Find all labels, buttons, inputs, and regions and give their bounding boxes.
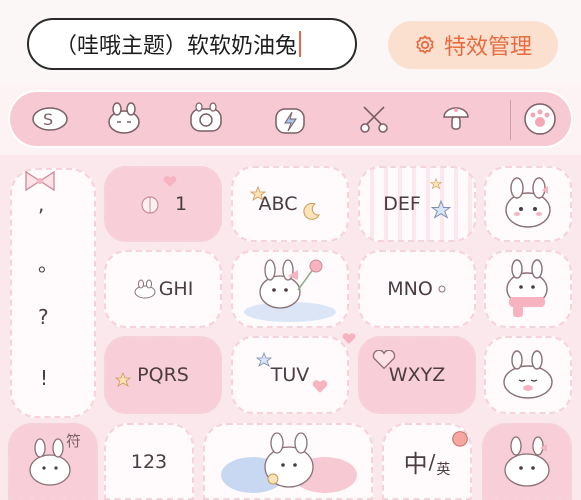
key-ghi-label: GHI bbox=[158, 278, 194, 300]
bunny-sticker bbox=[505, 177, 551, 228]
space-key[interactable] bbox=[203, 423, 373, 500]
punct-comma-key[interactable]: , bbox=[38, 192, 44, 216]
lightning-icon bbox=[275, 108, 305, 134]
lang-slash: / bbox=[428, 449, 436, 474]
bunny-face-icon bbox=[134, 279, 156, 299]
swipe-s-icon: S bbox=[32, 107, 68, 131]
key-pqrs-label: PQRS bbox=[137, 364, 189, 386]
effects-manage-button[interactable]: 特效管理 bbox=[388, 21, 558, 69]
punct-question-key[interactable]: ? bbox=[38, 305, 49, 329]
toolbar-camera[interactable] bbox=[184, 98, 228, 140]
heart-icon bbox=[163, 176, 177, 187]
toolbar-scissors[interactable] bbox=[352, 98, 396, 140]
gear-icon bbox=[416, 35, 434, 54]
punct-period-key[interactable]: 。 bbox=[38, 248, 58, 277]
sticker-key-center[interactable] bbox=[231, 250, 349, 328]
toolbar-lightning[interactable] bbox=[268, 98, 312, 140]
toolbar-mushroom[interactable] bbox=[434, 98, 478, 140]
paw-icon bbox=[524, 103, 556, 135]
bunny-face-icon bbox=[108, 102, 140, 134]
bunny-flower-sticker bbox=[244, 259, 336, 322]
input-text: （哇哦主题）软软奶油兔 bbox=[55, 34, 298, 59]
star-icon bbox=[430, 178, 442, 190]
star-icon bbox=[115, 372, 131, 387]
lang-sub-label: 英 bbox=[436, 461, 451, 478]
enter-key[interactable] bbox=[482, 423, 572, 500]
key-1-label: 1 bbox=[174, 193, 188, 215]
svg-text:S: S bbox=[43, 110, 53, 129]
sticker-key-1[interactable] bbox=[484, 166, 572, 242]
key-tuv[interactable]: TUV bbox=[231, 336, 349, 414]
key-wxyz[interactable]: WXYZ bbox=[358, 336, 476, 414]
punct-exclaim-key[interactable]: ! bbox=[40, 366, 48, 390]
key-wxyz-label: WXYZ bbox=[388, 364, 446, 386]
star-icon bbox=[250, 186, 266, 201]
key-mno[interactable]: MNO bbox=[358, 250, 476, 328]
camera-icon bbox=[190, 102, 222, 132]
effects-manage-label: 特效管理 bbox=[443, 35, 532, 60]
text-input-field[interactable]: （哇哦主题）软软奶油兔 bbox=[27, 18, 357, 70]
toolbar: S bbox=[8, 90, 573, 148]
bunny-pillow-sticker bbox=[221, 431, 357, 493]
star-icon bbox=[256, 352, 272, 367]
sticker-key-2[interactable] bbox=[484, 250, 572, 328]
punctuation-column bbox=[10, 168, 96, 418]
mushroom-icon bbox=[443, 107, 469, 130]
scissors-icon bbox=[360, 106, 388, 133]
toolbar-swipe[interactable]: S bbox=[28, 98, 72, 140]
toolbar-divider bbox=[510, 100, 511, 140]
sticker-key-3[interactable] bbox=[484, 336, 572, 414]
key-mno-label: MNO bbox=[387, 278, 433, 300]
bunny-sleep-sticker bbox=[503, 350, 553, 399]
key-def[interactable]: DEF bbox=[358, 166, 476, 242]
symbol-key-label: 符 bbox=[66, 432, 82, 450]
heart-outline-icon bbox=[372, 350, 396, 370]
peach-icon bbox=[141, 196, 159, 214]
star-icon bbox=[430, 200, 451, 219]
bunny-scarf-sticker bbox=[506, 259, 548, 317]
key-123-label: 123 bbox=[130, 450, 168, 473]
bow-icon bbox=[25, 170, 55, 192]
toolbar-bunny[interactable] bbox=[102, 98, 146, 140]
bunny-enter-sticker bbox=[504, 435, 550, 487]
key-abc[interactable]: ABC bbox=[231, 166, 349, 242]
key-ghi[interactable]: GHI bbox=[104, 250, 222, 328]
key-123[interactable]: 123 bbox=[104, 423, 194, 500]
dot-icon bbox=[438, 285, 446, 293]
heart-icon bbox=[342, 333, 356, 344]
heart-icon bbox=[312, 380, 328, 393]
symbol-key[interactable] bbox=[8, 423, 98, 500]
lang-main-label: 中 bbox=[403, 450, 428, 478]
key-tuv-label: TUV bbox=[270, 364, 310, 386]
key-def-label: DEF bbox=[383, 193, 421, 215]
moon-icon bbox=[303, 202, 321, 220]
peach-icon bbox=[452, 431, 468, 447]
toolbar-paw[interactable] bbox=[518, 98, 562, 140]
text-caret bbox=[299, 31, 302, 57]
